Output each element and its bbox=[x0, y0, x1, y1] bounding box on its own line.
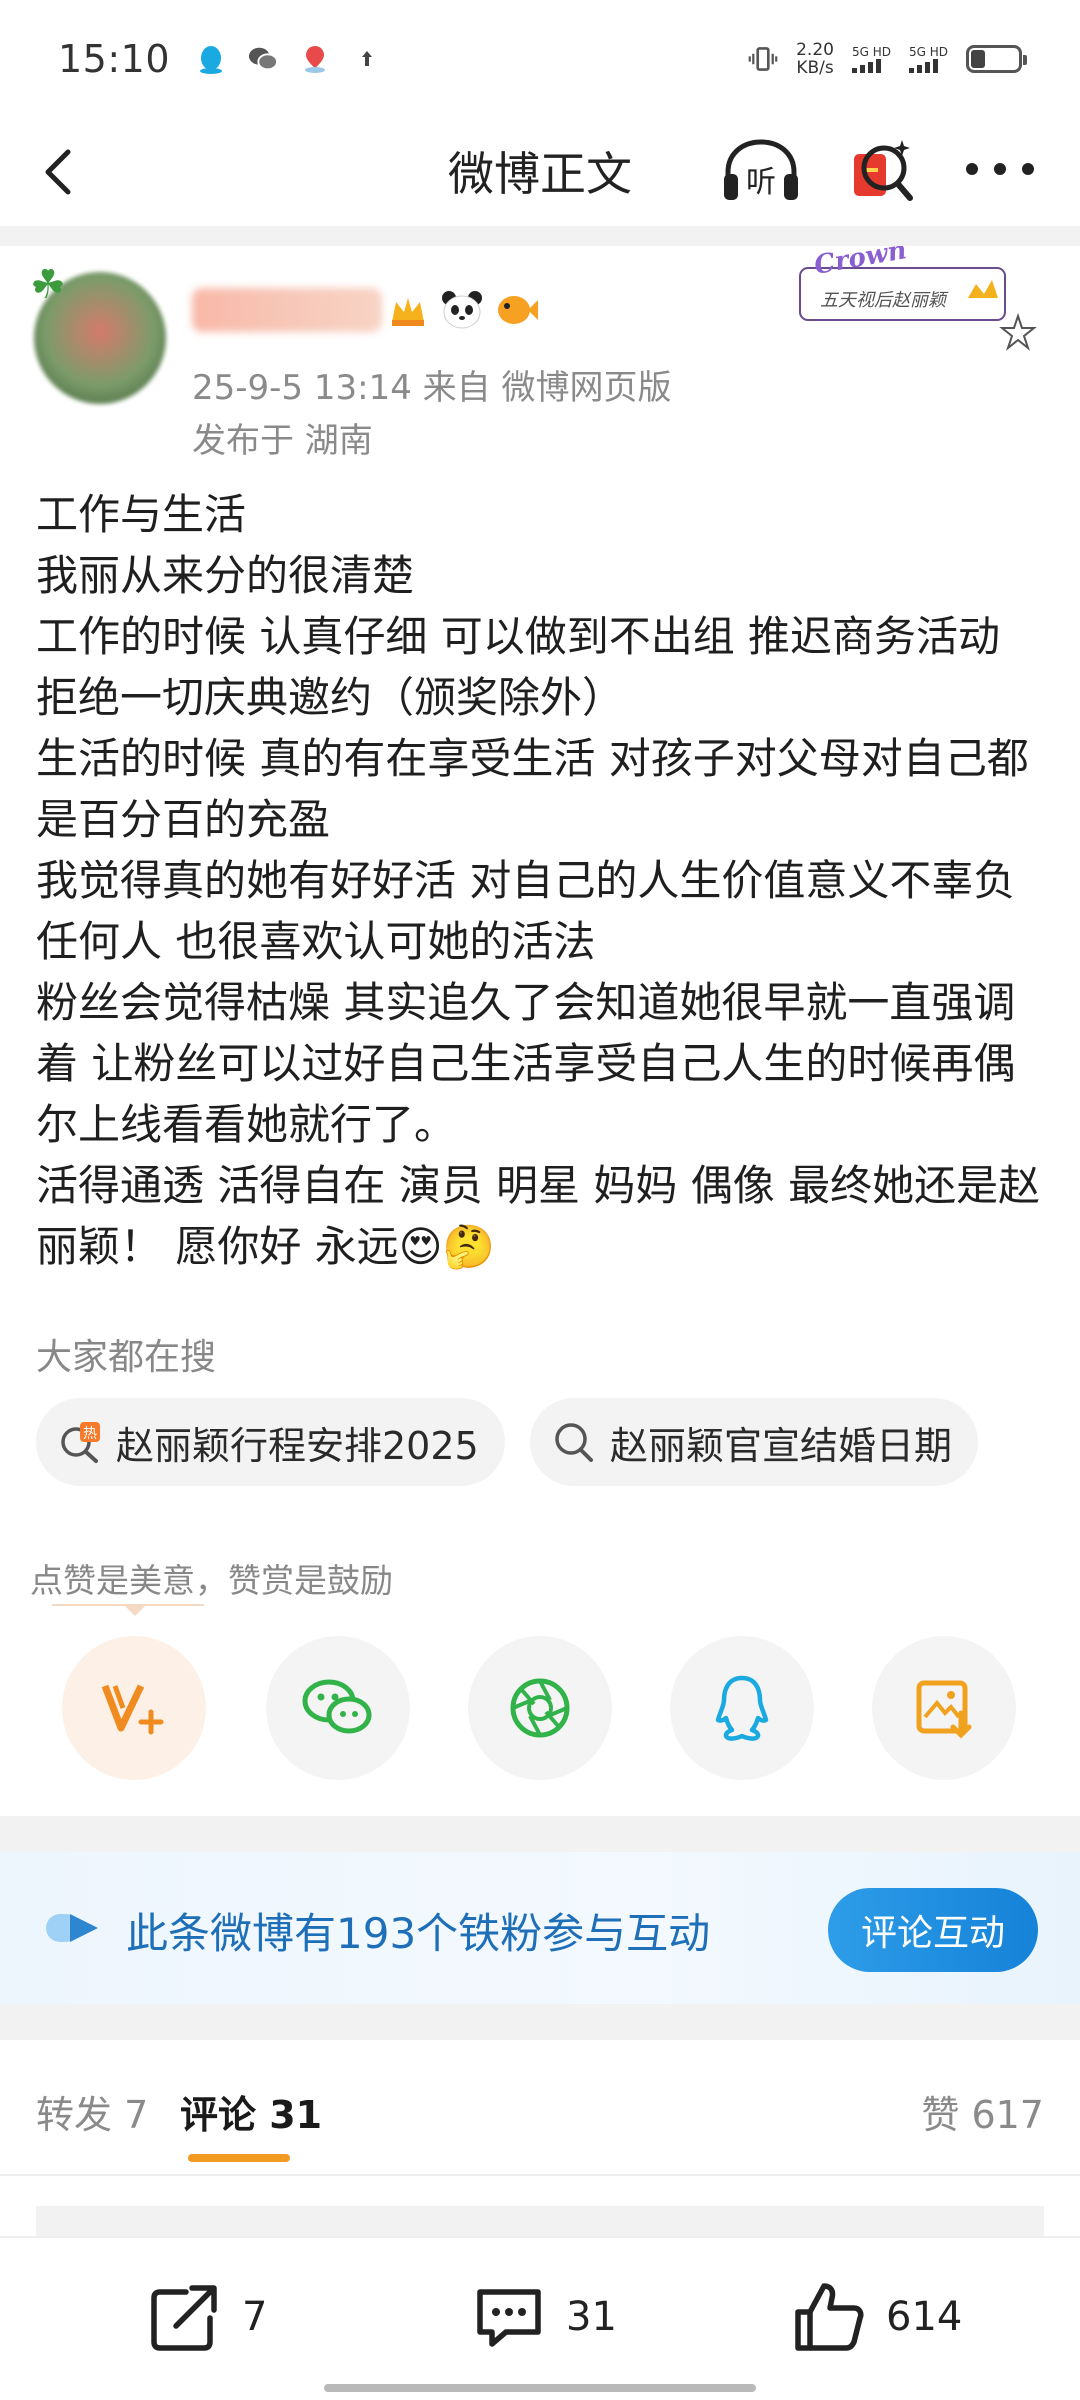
repost-count: 7 bbox=[242, 2294, 268, 2340]
comment-icon bbox=[477, 2289, 541, 2347]
save-image-button[interactable] bbox=[872, 1636, 1016, 1780]
comment-interact-button[interactable]: 评论互动 bbox=[828, 1888, 1038, 1972]
search-chip-label: 赵丽颖行程安排2025 bbox=[116, 1423, 479, 1468]
share-qq-button[interactable] bbox=[670, 1636, 814, 1780]
comment-button[interactable]: 31 bbox=[470, 2278, 617, 2356]
home-indicator[interactable] bbox=[324, 2384, 756, 2392]
signal-icon bbox=[908, 59, 938, 73]
thumbs-up-icon bbox=[795, 2283, 864, 2351]
repost-button[interactable]: 7 bbox=[146, 2278, 267, 2356]
sim2-signal: 5G HD bbox=[908, 45, 948, 73]
repost-icon bbox=[151, 2285, 217, 2351]
tab-comment[interactable]: 评论 31 bbox=[180, 2084, 322, 2139]
sim1-signal: 5G HD bbox=[851, 45, 891, 73]
battery-level bbox=[971, 50, 985, 68]
status-time: 15:10 bbox=[58, 37, 171, 81]
search-icon bbox=[555, 1423, 593, 1462]
crown-decoration-stamp: Crown 五天视后赵丽颖 bbox=[799, 246, 1037, 351]
like-count: 614 bbox=[886, 2294, 963, 2340]
listen-icon[interactable]: 听 bbox=[720, 136, 802, 206]
signal-icon bbox=[851, 59, 881, 73]
share-wechat-button[interactable] bbox=[266, 1636, 410, 1780]
post-line: 工作与生活 bbox=[36, 490, 247, 539]
vplus-reward-button[interactable] bbox=[62, 1636, 206, 1780]
battery-icon bbox=[966, 45, 1027, 73]
system-indicators: 2.20 KB/s 5G HD 5G HD bbox=[748, 41, 1027, 77]
post-line: 生活的时候 真的有在享受生活 对孩子对父母对自己都是百分百的充盈 bbox=[36, 734, 1029, 844]
svg-text:热: 热 bbox=[83, 1426, 97, 1442]
sim1-label: 5G HD bbox=[851, 45, 891, 59]
iron-fans-text: 此条微博有193个铁粉参与互动 bbox=[126, 1909, 711, 1958]
section-divider bbox=[0, 1816, 1080, 1852]
tab-repost[interactable]: 转发 7 bbox=[36, 2084, 148, 2139]
tab-likes[interactable]: 赞 617 bbox=[921, 2084, 1044, 2139]
sim2-label: 5G HD bbox=[908, 45, 948, 59]
qq-icon bbox=[196, 44, 226, 74]
reward-hint-caret bbox=[123, 1604, 147, 1616]
search-chip-label: 赵丽颖官宣结婚日期 bbox=[610, 1423, 953, 1468]
crown-badge-icon bbox=[386, 288, 430, 332]
iron-fans-banner: 此条微博有193个铁粉参与互动 评论互动 bbox=[0, 1852, 1080, 2004]
search-chip[interactable]: 赵丽颖官宣结婚日期 bbox=[530, 1398, 979, 1486]
qq-icon bbox=[715, 1675, 769, 1741]
panda-badge-icon bbox=[440, 288, 484, 332]
fish-badge-icon bbox=[494, 288, 538, 332]
post-line: 工作的时候 认真仔细 可以做到不出组 推迟商务活动 拒绝一切庆典邀约（颁奖除外） bbox=[36, 612, 1001, 722]
moments-aperture-icon bbox=[510, 1678, 570, 1738]
active-tab-indicator bbox=[188, 2154, 290, 2162]
section-divider bbox=[0, 2004, 1080, 2040]
hot-search-icon: 热 bbox=[61, 1422, 100, 1463]
listen-label: 听 bbox=[746, 165, 776, 200]
post-line: 我丽从来分的很清楚 bbox=[36, 551, 415, 600]
section-divider bbox=[0, 226, 1080, 246]
red-packet-search-icon[interactable] bbox=[848, 132, 916, 208]
share-moments-button[interactable] bbox=[468, 1636, 612, 1780]
page-title: 微博正文 bbox=[448, 147, 632, 201]
save-image-icon bbox=[916, 1680, 972, 1739]
stamp-text: 五天视后赵丽颖 bbox=[820, 290, 949, 311]
user-badges bbox=[386, 288, 538, 332]
wechat-icon bbox=[302, 1679, 372, 1734]
tabs-divider bbox=[0, 2174, 1080, 2176]
net-speed: 2.20 KB/s bbox=[796, 41, 834, 77]
comment-count: 31 bbox=[566, 2294, 617, 2340]
post-line: 粉丝会觉得枯燥 其实追久了会知道她很早就一直强调着 让粉丝可以过好自己生活享受自… bbox=[36, 978, 1016, 1149]
trending-search-label: 大家都在搜 bbox=[36, 1337, 217, 1378]
nav-bar: 微博正文 听 bbox=[0, 118, 1080, 226]
post-line: 我觉得真的她有好好活 对自己的人生价值意义不辜负任何人 也很喜欢认可她的活法 bbox=[36, 856, 1016, 966]
post-body: 工作与生活 我丽从来分的很清楚 工作的时候 认真仔细 可以做到不出组 推迟商务活… bbox=[36, 484, 1046, 1277]
notification-icons bbox=[196, 44, 382, 74]
status-bar: 15:10 2.20 KB/s 5G HD 5G HD bbox=[0, 0, 1080, 118]
reward-hint: 点赞是美意，赞赏是鼓励 bbox=[30, 1561, 393, 1600]
wechat-icon bbox=[248, 44, 279, 74]
more-icon[interactable] bbox=[960, 154, 1040, 184]
net-speed-unit: KB/s bbox=[796, 58, 834, 78]
vplus-icon bbox=[101, 1684, 164, 1735]
search-chip[interactable]: 热 赵丽颖行程安排2025 bbox=[36, 1398, 505, 1486]
share-row bbox=[0, 1636, 1080, 1780]
back-arrow-icon[interactable] bbox=[34, 146, 86, 198]
username-blurred[interactable] bbox=[192, 288, 382, 332]
clover-badge-icon: ☘ bbox=[30, 262, 66, 308]
vibrate-icon bbox=[748, 44, 778, 74]
bottom-action-bar: 7 31 614 bbox=[0, 2236, 1080, 2400]
net-speed-value: 2.20 bbox=[796, 40, 834, 60]
map-pin-icon bbox=[300, 44, 330, 74]
post-line: 活得通透 活得自在 演员 明星 妈妈 偶像 最终她还是赵丽颖！ 愿你好 永远😍🤔 bbox=[36, 1161, 1041, 1271]
post-time-source: 25-9-5 13:14 来自 微博网页版 bbox=[192, 368, 672, 408]
post-location: 发布于 湖南 bbox=[192, 421, 373, 461]
upload-arrow-icon bbox=[352, 44, 382, 74]
like-button[interactable]: 614 bbox=[790, 2278, 962, 2356]
fans-indicator-icon bbox=[46, 1914, 98, 1942]
